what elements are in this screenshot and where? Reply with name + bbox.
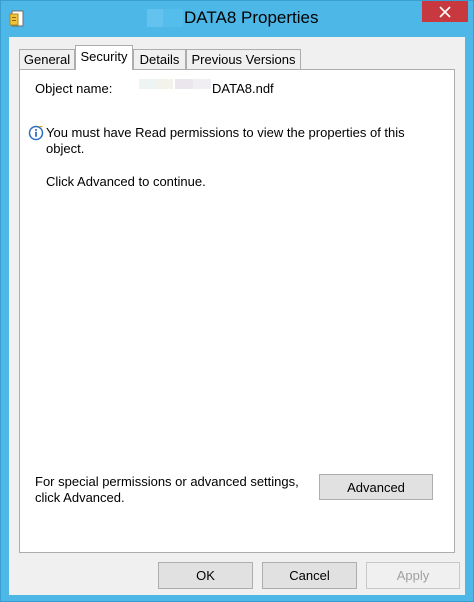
properties-window: DATA8 Properties General Security Detail…: [0, 0, 474, 602]
cancel-button[interactable]: Cancel: [262, 562, 357, 589]
title-bar[interactable]: DATA8 Properties: [1, 1, 473, 37]
apply-button[interactable]: Apply: [366, 562, 460, 589]
object-name-value: DATA8.ndf: [212, 81, 274, 96]
object-name-label: Object name:: [35, 81, 113, 96]
close-icon: [439, 5, 451, 18]
file-properties-icon: [9, 10, 24, 27]
advanced-hint: Click Advanced to continue.: [46, 174, 206, 189]
tab-details[interactable]: Details: [133, 49, 186, 69]
security-tab-panel: Object name: DATA8.ndf You must have Rea…: [19, 69, 455, 553]
title-redacted-block: [147, 9, 183, 27]
close-button[interactable]: [422, 1, 468, 22]
object-path-redacted: [139, 79, 157, 89]
object-path-redacted: [175, 79, 193, 89]
ok-button[interactable]: OK: [158, 562, 253, 589]
tab-previous-versions[interactable]: Previous Versions: [186, 49, 301, 69]
object-path-redacted: [157, 79, 173, 89]
dialog-client-area: General Security Details Previous Versio…: [9, 37, 465, 595]
tab-general[interactable]: General: [19, 49, 75, 69]
tab-security[interactable]: Security: [75, 45, 133, 70]
special-permissions-text: For special permissions or advanced sett…: [35, 474, 299, 505]
object-path-redacted: [193, 79, 211, 89]
advanced-button[interactable]: Advanced: [319, 474, 433, 500]
permission-message: You must have Read permissions to view t…: [46, 125, 405, 156]
window-title: DATA8 Properties: [184, 8, 319, 27]
info-icon: [28, 125, 44, 141]
